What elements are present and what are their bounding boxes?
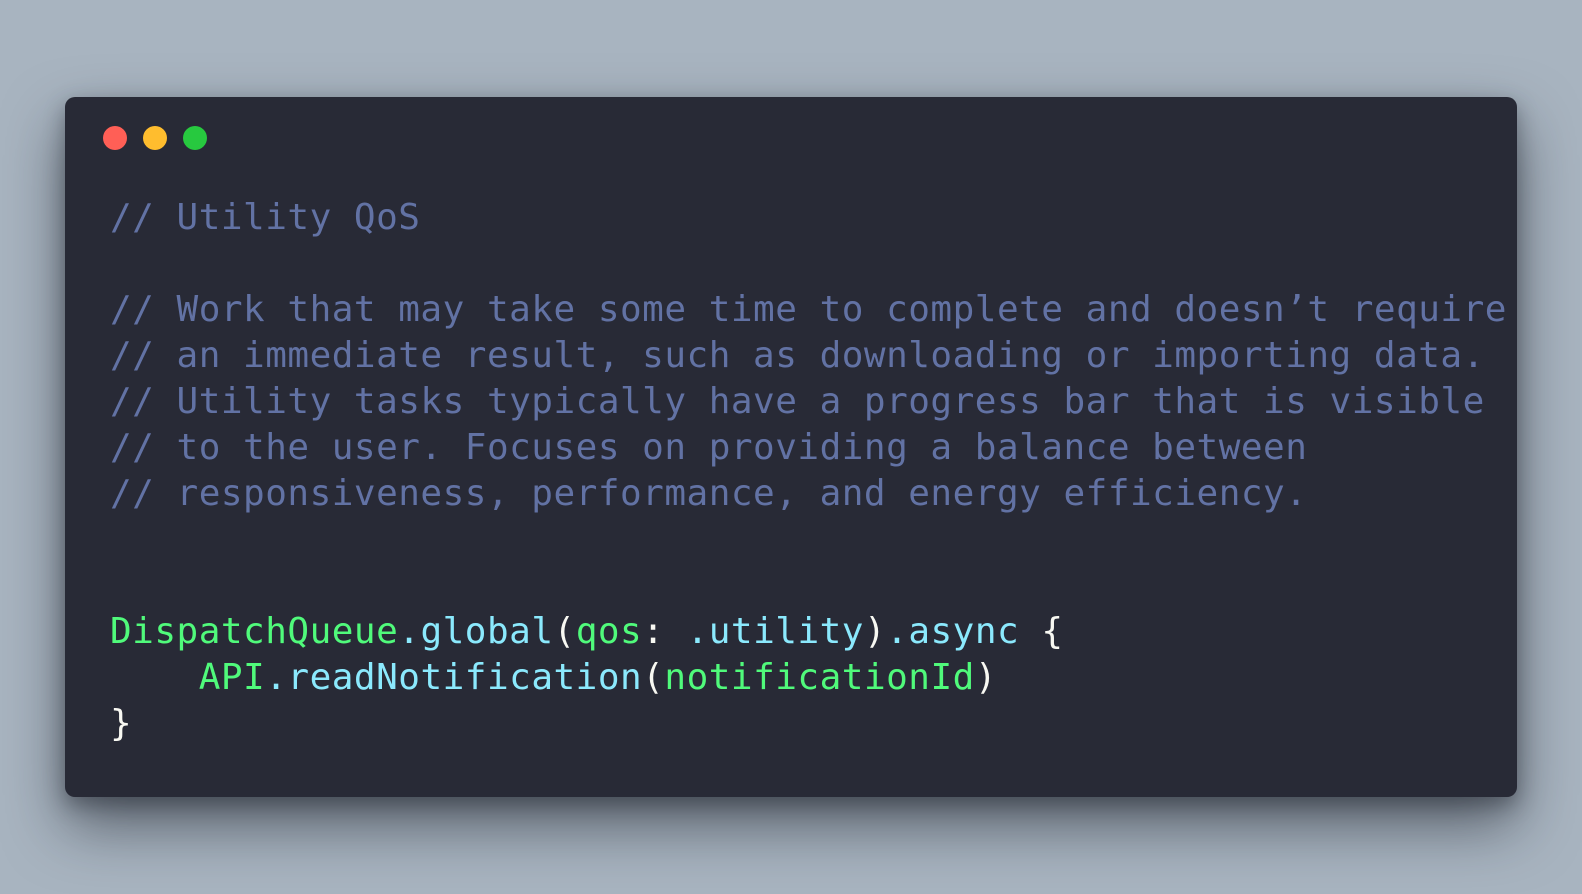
param-label: qos (575, 611, 643, 652)
method-name: .readNotification (265, 657, 643, 698)
method-name: .async (886, 611, 1020, 652)
code-line-dispatch: DispatchQueue.global(qos: .utility).asyn… (110, 609, 1507, 655)
comment-line: // Utility tasks typically have a progre… (110, 381, 1485, 422)
code-window: // Utility QoS // Work that may take some… (65, 97, 1517, 797)
class-name: API (198, 657, 266, 698)
comment-line: // to the user. Focuses on providing a b… (110, 427, 1308, 468)
minimize-button[interactable] (143, 126, 167, 150)
comment-line: // responsiveness, performance, and ener… (110, 473, 1308, 514)
comment-title: // Utility QoS (110, 197, 421, 238)
class-name: DispatchQueue (110, 611, 399, 652)
code-block: // Utility QoS // Work that may take some… (110, 195, 1507, 747)
comment-line: // Work that may take some time to compl… (110, 289, 1507, 330)
enum-value: .utility (686, 611, 864, 652)
window-controls (103, 126, 207, 150)
paren-token: ) (974, 657, 998, 698)
zoom-button[interactable] (183, 126, 207, 150)
paren-token: ( (553, 611, 576, 652)
code-line-api: API.readNotification(notificationId) (110, 655, 1507, 701)
brace-token: } (110, 703, 133, 744)
paren-token: ) (863, 611, 887, 652)
colon-token: : (642, 611, 687, 652)
code-line-close: } (110, 701, 1507, 747)
argument: notificationId (664, 657, 975, 698)
paren-token: ( (642, 657, 665, 698)
method-name: global (420, 611, 554, 652)
brace-token: { (1019, 611, 1064, 652)
dot-token: . (398, 611, 421, 652)
close-button[interactable] (103, 126, 127, 150)
comment-line: // an immediate result, such as download… (110, 335, 1485, 376)
